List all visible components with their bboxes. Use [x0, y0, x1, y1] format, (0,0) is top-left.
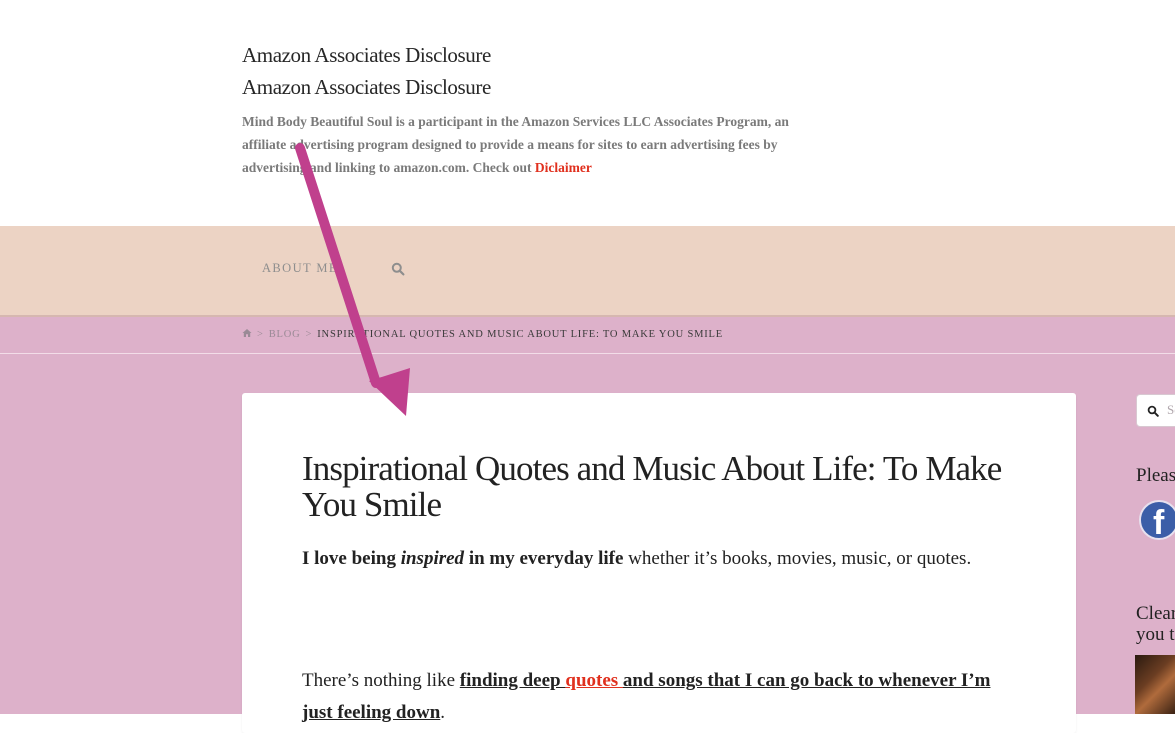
italic-text: inspired [400, 548, 465, 569]
disclosure-body: Mind Body Beautiful Soul is a participan… [242, 114, 789, 175]
quotes-link[interactable]: quotes [565, 670, 623, 691]
breadcrumb-bar: > BLOG > INSPIRATIONAL QUOTES AND MUSIC ABO… [0, 317, 1175, 354]
post-paragraph-1: I love being inspired in my everyday lif… [302, 543, 1002, 575]
breadcrumb: > BLOG > INSPIRATIONAL QUOTES AND MUSIC ABO… [242, 328, 723, 340]
home-icon[interactable] [242, 328, 252, 338]
disclaimer-link[interactable]: Diclaimer [535, 160, 592, 175]
sidebar-clear-text: Clear [1136, 603, 1175, 624]
breadcrumb-current: INSPIRATIONAL QUOTES AND MUSIC ABOUT LIF… [317, 329, 723, 340]
sidebar-clear-text-line2: you t [1136, 624, 1175, 645]
search-icon[interactable] [391, 262, 405, 276]
breadcrumb-blog-link[interactable]: BLOG [269, 329, 301, 340]
bold-text: in my everyday life [464, 548, 624, 569]
search-placeholder: Se [1167, 402, 1175, 417]
site-header: Amazon Associates Disclosure Amazon Asso… [0, 0, 1175, 226]
breadcrumb-separator: > [305, 329, 313, 340]
search-icon [1147, 404, 1159, 417]
sidebar-photo [1135, 655, 1175, 714]
sidebar-search-input[interactable]: Se [1136, 394, 1175, 427]
bold-text: I love being [302, 548, 401, 569]
disclosure-text: Mind Body Beautiful Soul is a participan… [242, 110, 832, 179]
paragraph-text: whether it’s books, movies, music, or qu… [623, 548, 972, 569]
main-navbar: ABOUT ME [0, 226, 1175, 317]
post-title: Inspirational Quotes and Music About Lif… [302, 449, 1002, 524]
disclosure-title-repeat: Amazon Associates Disclosure [242, 75, 491, 99]
post-paragraph-2: There’s nothing like finding deep quotes… [302, 665, 1012, 729]
paragraph-text: . [440, 702, 446, 723]
disclosure-title: Amazon Associates Disclosure [242, 43, 491, 67]
nav-item-about-me[interactable]: ABOUT ME [262, 261, 338, 276]
facebook-icon[interactable]: f [1139, 500, 1175, 540]
breadcrumb-separator: > [257, 329, 264, 340]
sidebar-please-text: Pleas [1136, 465, 1175, 486]
paragraph-text: There’s nothing like [302, 670, 460, 691]
